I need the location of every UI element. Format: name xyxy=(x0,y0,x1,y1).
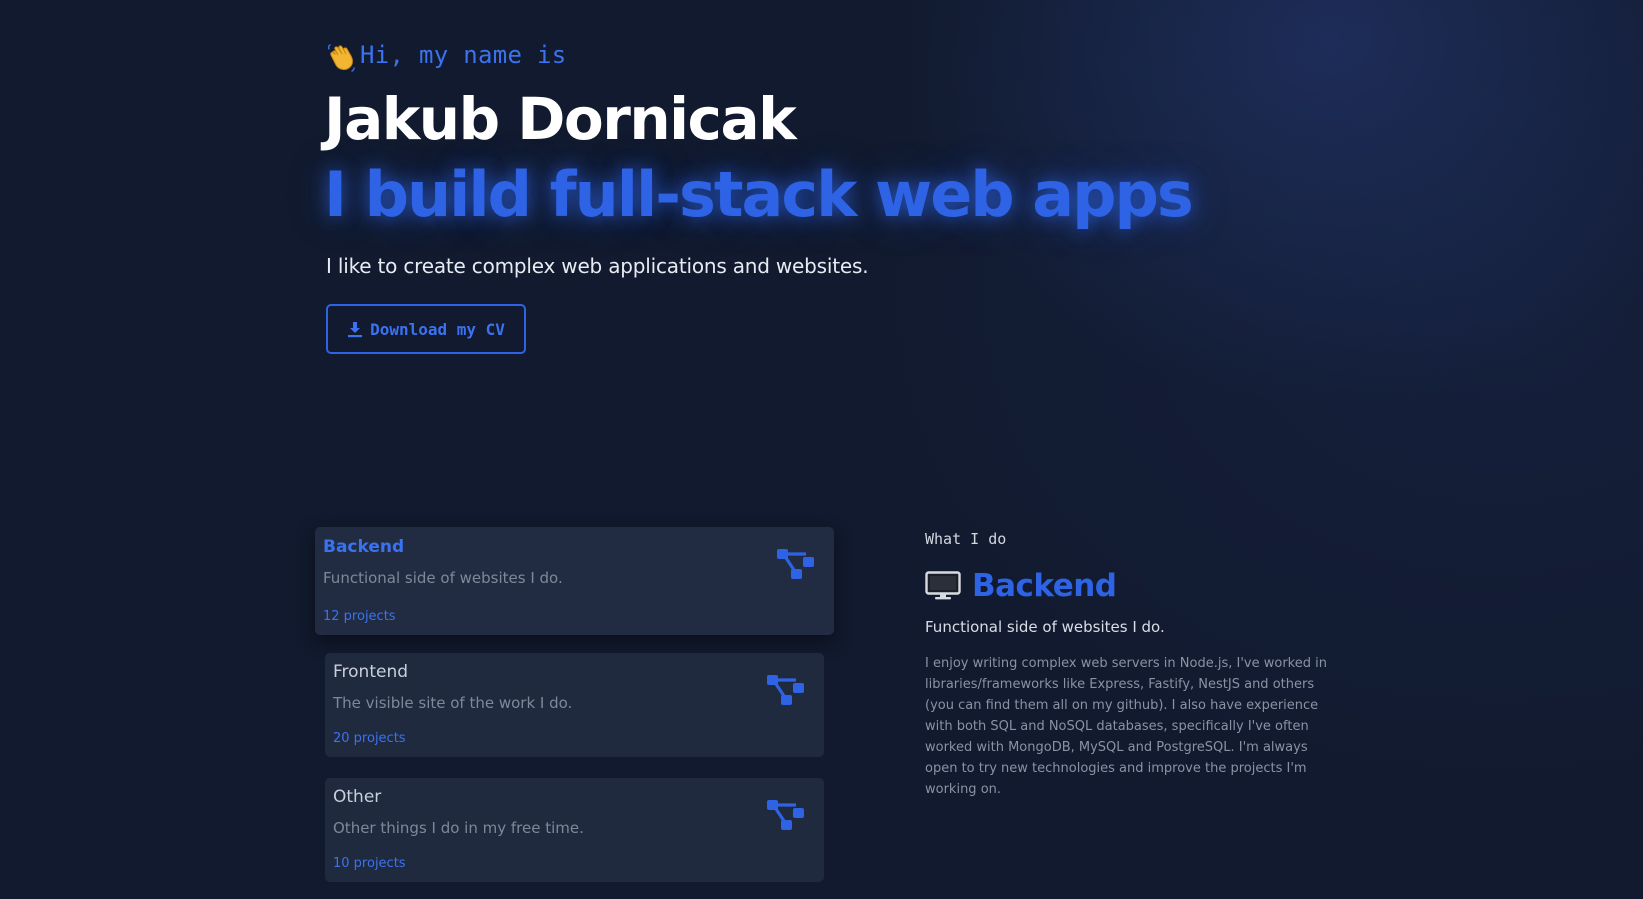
hero-name: Jakub Dornicak xyxy=(324,85,797,153)
service-detail-panel: What I do Backend Functional side of web… xyxy=(925,530,1335,813)
service-title: Frontend xyxy=(333,662,409,682)
service-description: The visible site of the work I do. xyxy=(333,694,573,712)
hero-section: Hi, my name is Jakub Dornicak I build fu… xyxy=(324,36,1326,354)
detail-body: I enjoy writing complex web servers in N… xyxy=(925,656,1327,797)
greeting-text: Hi, my name is xyxy=(360,41,567,69)
waving-hand-icon xyxy=(327,44,355,72)
network-tree-icon xyxy=(767,675,804,705)
network-tree-icon xyxy=(777,549,814,579)
service-card-frontend[interactable]: Frontend The visible site of the work I … xyxy=(325,653,824,757)
download-icon xyxy=(348,321,363,337)
service-project-count: 10 projects xyxy=(333,856,406,871)
monitor-icon xyxy=(925,571,961,600)
network-tree-icon xyxy=(767,800,804,830)
detail-heading: Backend xyxy=(925,568,1335,604)
greeting: Hi, my name is xyxy=(326,36,1326,74)
service-card-backend[interactable]: Backend Functional side of websites I do… xyxy=(315,527,834,635)
hero-tagline: I build full-stack web apps xyxy=(324,157,1194,231)
service-description: Functional side of websites I do. xyxy=(323,569,563,587)
hero-lead: I like to create complex web application… xyxy=(326,254,869,279)
detail-eyebrow: What I do xyxy=(925,530,1007,548)
download-cv-button[interactable]: Download my CV xyxy=(326,304,526,354)
service-project-count: 12 projects xyxy=(323,609,396,624)
service-title: Other xyxy=(333,787,382,807)
detail-subtitle: Functional side of websites I do. xyxy=(925,618,1165,636)
detail-title: Backend xyxy=(972,568,1117,604)
download-cv-label: Download my CV xyxy=(370,319,505,339)
service-description: Other things I do in my free time. xyxy=(333,819,584,837)
service-project-count: 20 projects xyxy=(333,731,406,746)
service-title: Backend xyxy=(323,537,405,557)
service-card-other[interactable]: Other Other things I do in my free time.… xyxy=(325,778,824,882)
